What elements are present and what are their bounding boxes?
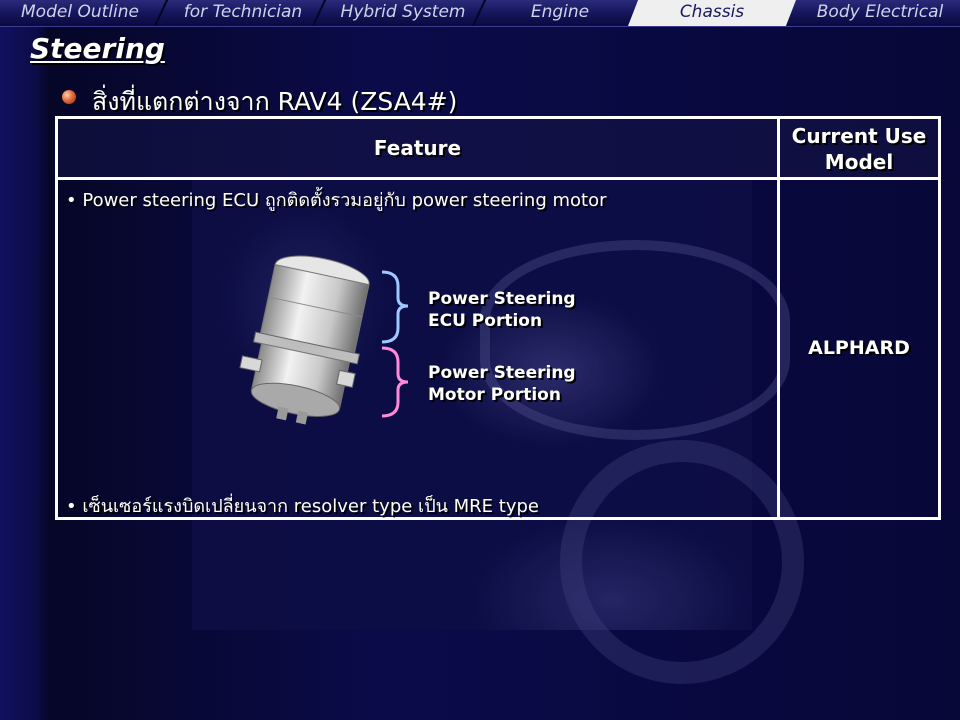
nav-separator <box>154 0 168 26</box>
callout-ecu-portion: Power Steering ECU Portion <box>428 288 576 332</box>
bullet-dot-icon: • <box>66 496 77 517</box>
bracket-ecu-icon <box>381 270 409 344</box>
nav-model-outline[interactable]: Model Outline <box>0 0 160 26</box>
feature-bullet-2: เซ็นเซอร์แรงบิดเปลี่ยนจาก resolver type … <box>82 496 539 517</box>
model-cell: ALPHARD <box>808 337 910 359</box>
callout-motor-line1: Power Steering <box>428 363 576 383</box>
feature-bullet-1: Power steering ECU ถูกติดตั้งรวมอยู่กับ … <box>82 190 607 211</box>
top-navbar: Model Outline for Technician Hybrid Syst… <box>0 0 960 27</box>
nav-for-technician[interactable]: for Technician <box>168 0 318 26</box>
callout-brackets <box>381 270 409 418</box>
page-title: Steering <box>30 32 165 65</box>
table-row-divider <box>58 177 938 180</box>
nav-body-electrical[interactable]: Body Electrical <box>800 0 960 26</box>
nav-engine[interactable]: Engine <box>484 0 636 26</box>
steering-motor-image <box>239 255 370 425</box>
list-item: • เซ็นเซอร์แรงบิดเปลี่ยนจาก resolver typ… <box>66 491 539 520</box>
nav-chassis[interactable]: Chassis <box>628 0 796 26</box>
table-column-divider <box>777 119 780 517</box>
bracket-motor-icon <box>381 346 409 418</box>
nav-separator <box>312 0 326 26</box>
header-model-line2: Model <box>824 150 894 174</box>
header-current-use-model: Current Use Model <box>780 123 938 175</box>
callout-ecu-line2: ECU Portion <box>428 311 543 331</box>
bullet-dot-icon: • <box>66 190 77 211</box>
header-model-line1: Current Use <box>791 124 927 148</box>
nav-hybrid-system[interactable]: Hybrid System <box>326 0 480 26</box>
callout-motor-line2: Motor Portion <box>428 385 561 405</box>
bullet-ball-icon <box>62 90 76 104</box>
callout-ecu-line1: Power Steering <box>428 289 576 309</box>
left-rail <box>0 26 52 720</box>
list-item: • Power steering ECU ถูกติดตั้งรวมอยู่กั… <box>66 185 607 214</box>
header-feature: Feature <box>373 136 462 160</box>
callout-motor-portion: Power Steering Motor Portion <box>428 362 576 406</box>
